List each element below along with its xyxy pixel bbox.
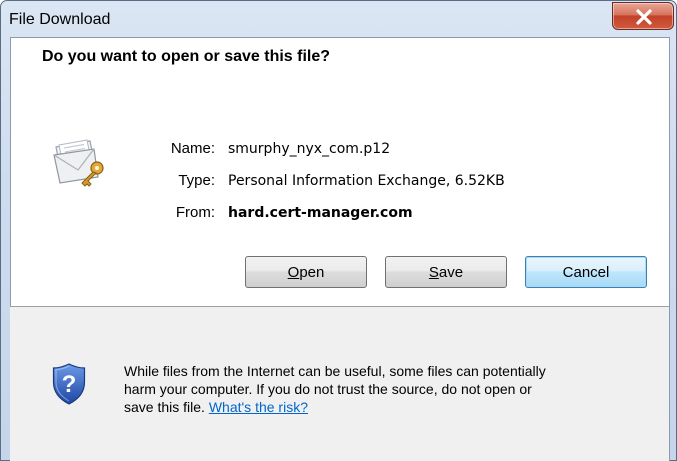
title-bar[interactable]: File Download: [1, 1, 676, 37]
close-button[interactable]: [612, 2, 674, 30]
cancel-label: Cancel: [562, 263, 610, 281]
file-type-text: Personal Information Exchange, 6.52KB: [228, 173, 505, 189]
warning-line-1: While files from the Internet can be use…: [124, 363, 546, 379]
save-button[interactable]: Save: [385, 256, 507, 288]
certificate-file-icon: [53, 139, 104, 187]
save-mnemonic: S: [428, 263, 439, 281]
window-title: File Download: [9, 11, 111, 28]
file-name-text: smurphy_nyx_com.p12: [228, 141, 391, 157]
dialog-question: Do you want to open or save this file?: [42, 48, 331, 65]
close-icon: [636, 9, 652, 25]
cancel-button[interactable]: Cancel: [525, 256, 647, 288]
open-mnemonic: O: [287, 263, 300, 281]
warning-line-3-text: save this file.: [124, 399, 205, 415]
svg-text:?: ?: [62, 371, 77, 398]
save-label-rest: ave: [438, 263, 464, 281]
file-from-text: hard.cert-manager.com: [228, 205, 413, 221]
whats-the-risk-link[interactable]: What's the risk?: [209, 399, 308, 415]
warning-line-3: save this file. What's the risk?: [124, 398, 654, 416]
security-warning-text: While files from the Internet can be use…: [124, 362, 654, 416]
file-name-label: Name:: [170, 140, 215, 157]
open-label-rest: pen: [299, 263, 325, 281]
file-from-label: From:: [175, 204, 215, 221]
security-shield-icon: ?: [52, 363, 86, 405]
warning-line-2: harm your computer. If you do not trust …: [124, 381, 532, 397]
open-button[interactable]: Open: [245, 256, 367, 288]
file-type-label: Type:: [178, 172, 215, 189]
